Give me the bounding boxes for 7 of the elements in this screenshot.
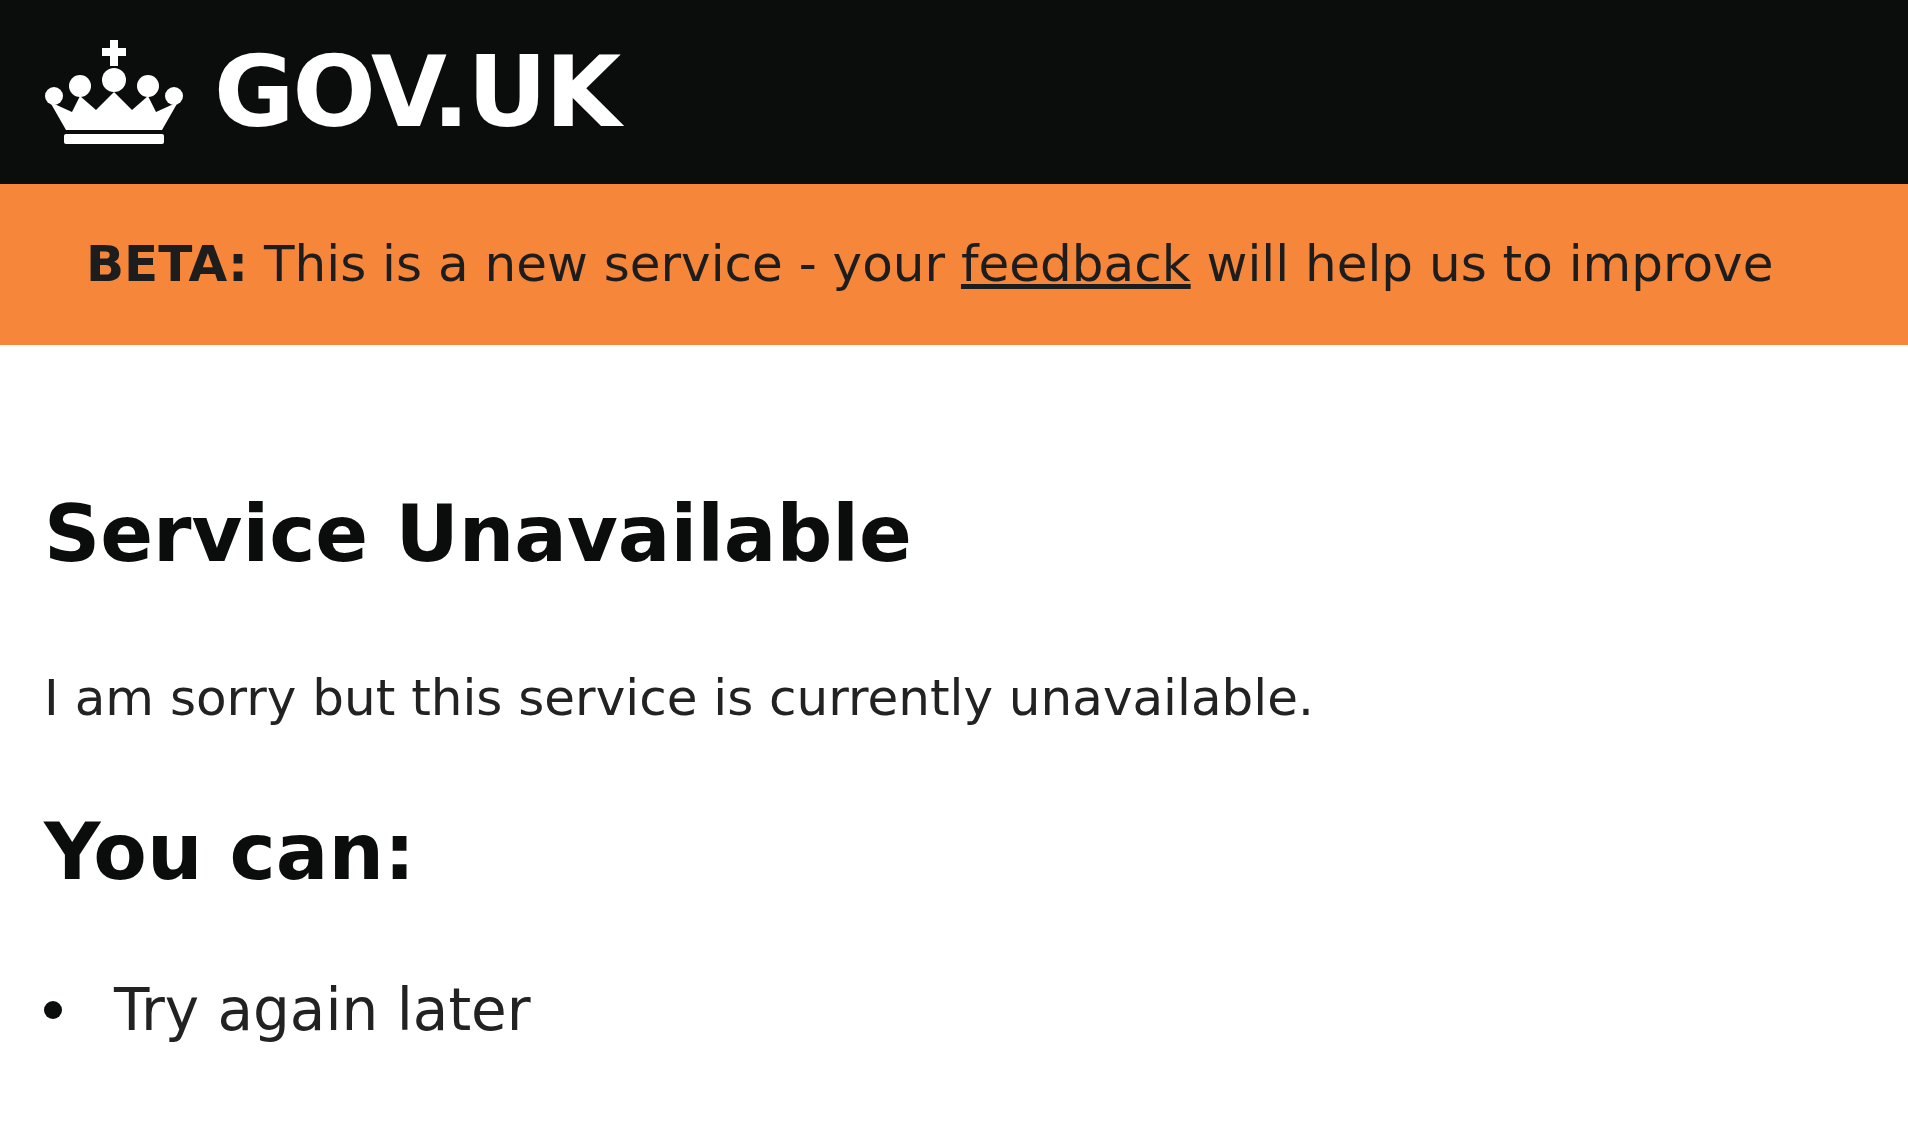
- options-heading: You can:: [44, 813, 417, 891]
- beta-banner-text: BETA: This is a new service - your feedback will help us to improve: [86, 234, 1774, 295]
- crown-icon: [44, 40, 184, 144]
- bullet-icon: [44, 1001, 62, 1019]
- page-title: Service Unavailable: [44, 495, 913, 573]
- error-message: I am sorry but this service is currently unavailable.: [44, 673, 1315, 723]
- feedback-link[interactable]: feedback: [960, 235, 1191, 293]
